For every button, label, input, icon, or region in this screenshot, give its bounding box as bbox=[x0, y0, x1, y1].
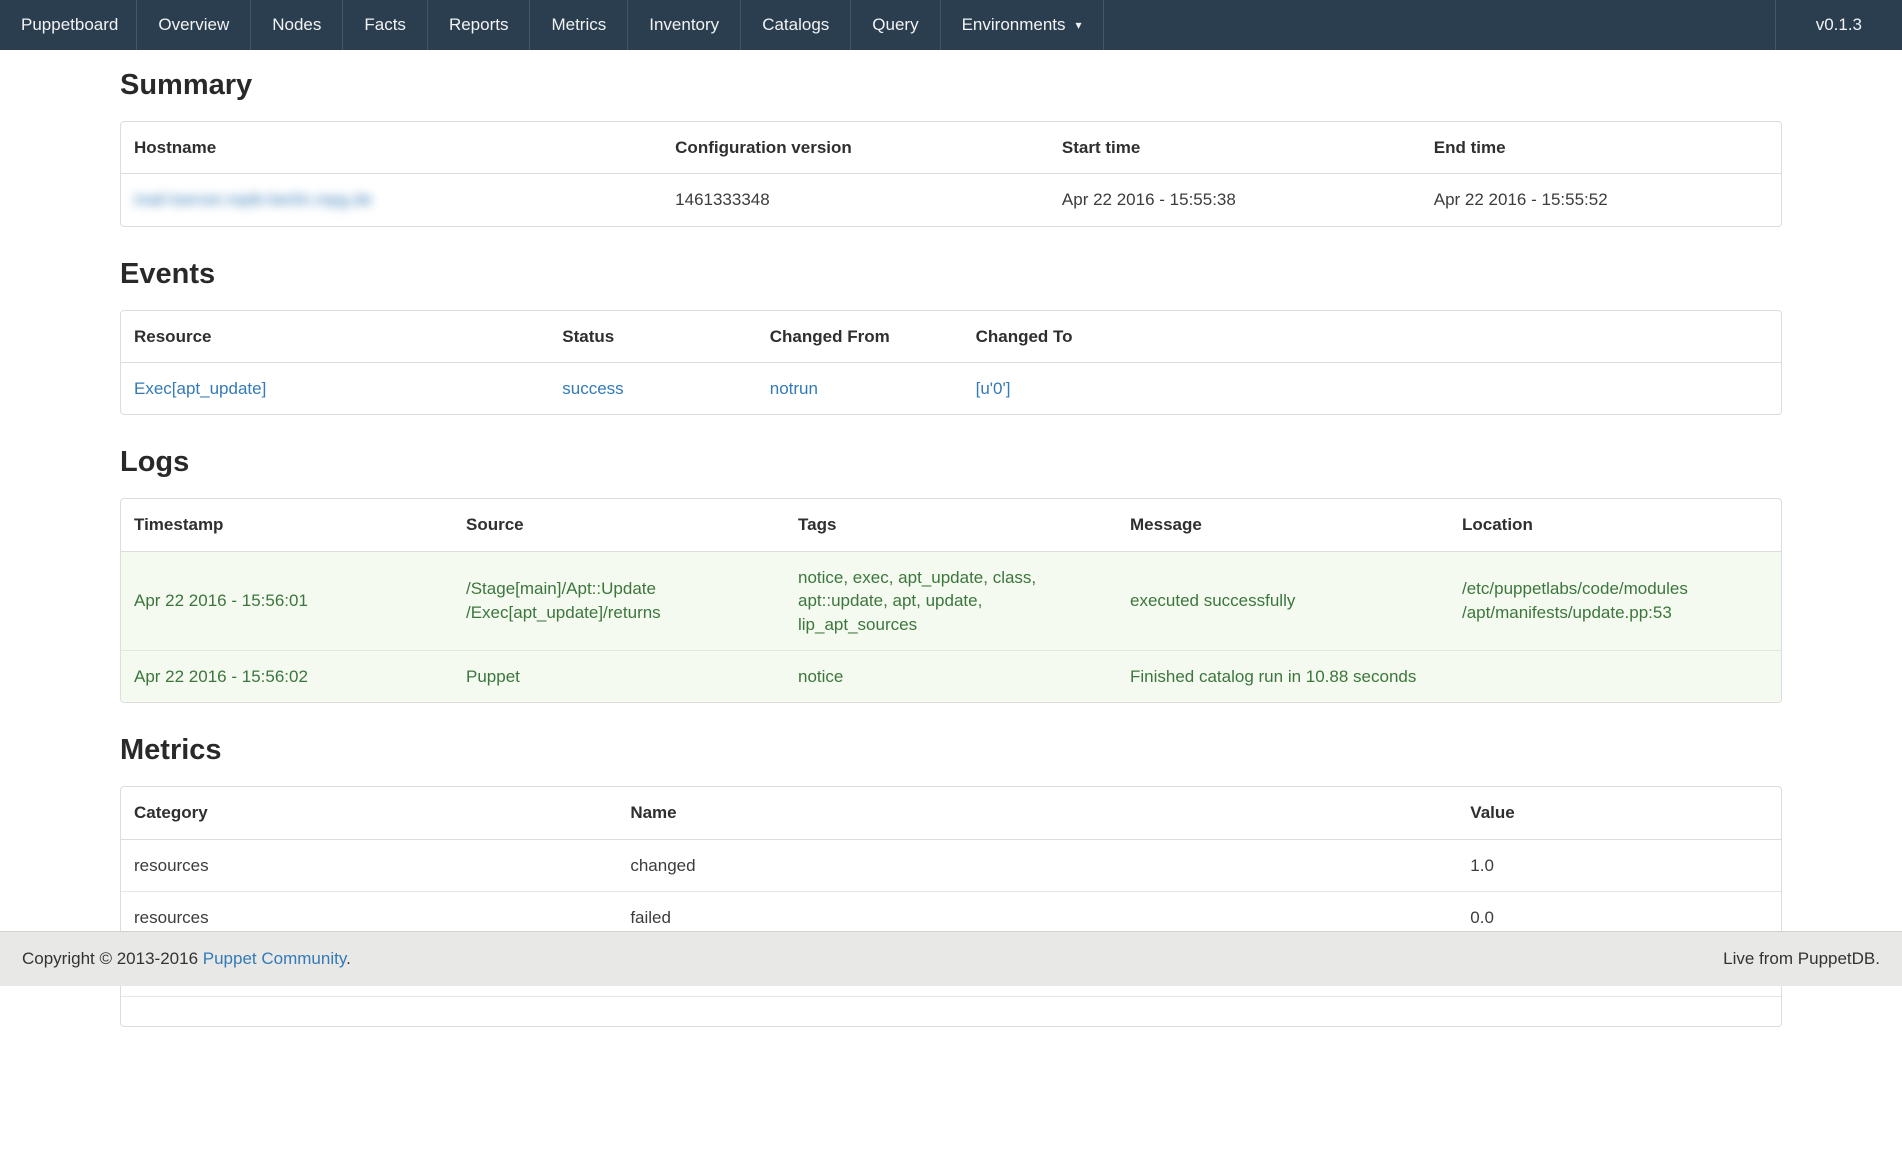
summary-table: Hostname Configuration version Start tim… bbox=[120, 121, 1782, 227]
hostname-link[interactable]: mail-tserver.mpib-berlin.mpg.de bbox=[134, 190, 372, 209]
logs-table: Timestamp Source Tags Message Location A… bbox=[120, 498, 1782, 703]
nav-item-overview[interactable]: Overview bbox=[137, 0, 251, 50]
summary-col-start-time: Start time bbox=[1049, 122, 1421, 174]
puppet-community-link[interactable]: Puppet Community bbox=[203, 949, 346, 968]
metrics-col-value: Value bbox=[1457, 787, 1781, 839]
log-location: /etc/puppetlabs/code/modules /apt/manife… bbox=[1449, 552, 1781, 650]
navbar: Puppetboard Overview Nodes Facts Reports… bbox=[0, 0, 1902, 50]
events-col-changed-from: Changed From bbox=[757, 311, 963, 363]
metric-value: 1.0 bbox=[1457, 840, 1781, 891]
logs-col-timestamp: Timestamp bbox=[121, 499, 453, 551]
footer: Copyright © 2013-2016 Puppet Community. … bbox=[0, 931, 1902, 986]
navbar-brand[interactable]: Puppetboard bbox=[0, 0, 137, 50]
summary-col-end-time: End time bbox=[1421, 122, 1781, 174]
summary-col-configuration-version: Configuration version bbox=[662, 122, 1049, 174]
metric-category: resources bbox=[121, 840, 617, 891]
configuration-version-value: 1461333348 bbox=[662, 174, 1049, 225]
summary-col-hostname: Hostname bbox=[121, 122, 662, 174]
metric-name: changed bbox=[617, 840, 1457, 891]
log-timestamp: Apr 22 2016 - 15:56:01 bbox=[121, 552, 453, 650]
event-status-link[interactable]: success bbox=[562, 379, 623, 398]
caret-down-icon: ▾ bbox=[1076, 18, 1082, 32]
log-message: Finished catalog run in 10.88 seconds bbox=[1117, 650, 1449, 702]
summary-heading: Summary bbox=[120, 68, 1782, 103]
summary-row: mail-tserver.mpib-berlin.mpg.de 14613333… bbox=[121, 174, 1781, 225]
logs-col-location: Location bbox=[1449, 499, 1781, 551]
events-table: Resource Status Changed From Changed To … bbox=[120, 310, 1782, 416]
metrics-col-name: Name bbox=[617, 787, 1457, 839]
nav-item-query[interactable]: Query bbox=[851, 0, 940, 50]
nav-item-environments-dropdown[interactable]: Environments ▾ bbox=[941, 0, 1104, 50]
events-header-row: Resource Status Changed From Changed To bbox=[121, 311, 1781, 363]
event-changed-to-link[interactable]: [u'0'] bbox=[976, 379, 1011, 398]
log-tags: notice, exec, apt_update, class, apt::up… bbox=[785, 552, 1117, 650]
log-timestamp: Apr 22 2016 - 15:56:02 bbox=[121, 650, 453, 702]
events-col-resource: Resource bbox=[121, 311, 549, 363]
event-resource-link[interactable]: Exec[apt_update] bbox=[134, 379, 266, 398]
metrics-heading: Metrics bbox=[120, 733, 1782, 768]
events-heading: Events bbox=[120, 257, 1782, 292]
events-col-status: Status bbox=[549, 311, 757, 363]
log-source: Puppet bbox=[453, 650, 785, 702]
logs-header-row: Timestamp Source Tags Message Location bbox=[121, 499, 1781, 551]
log-row: Apr 22 2016 - 15:56:01 /Stage[main]/Apt:… bbox=[121, 552, 1781, 650]
log-row: Apr 22 2016 - 15:56:02 Puppet notice Fin… bbox=[121, 650, 1781, 702]
nav-item-nodes[interactable]: Nodes bbox=[251, 0, 343, 50]
event-row: Exec[apt_update] success notrun [u'0'] bbox=[121, 363, 1781, 414]
metrics-header-row: Category Name Value bbox=[121, 787, 1781, 839]
log-message: executed successfully bbox=[1117, 552, 1449, 650]
metrics-col-category: Category bbox=[121, 787, 617, 839]
metrics-table: Category Name Value resources changed 1.… bbox=[120, 786, 1782, 1027]
metric-row-partial bbox=[121, 996, 1781, 1026]
nav-item-inventory[interactable]: Inventory bbox=[628, 0, 741, 50]
environments-label: Environments bbox=[962, 15, 1066, 35]
logs-col-message: Message bbox=[1117, 499, 1449, 551]
log-source: /Stage[main]/Apt::Update /Exec[apt_updat… bbox=[453, 552, 785, 650]
nav-item-catalogs[interactable]: Catalogs bbox=[741, 0, 851, 50]
log-location bbox=[1449, 650, 1781, 702]
nav-item-metrics[interactable]: Metrics bbox=[530, 0, 628, 50]
summary-header-row: Hostname Configuration version Start tim… bbox=[121, 122, 1781, 174]
logs-col-tags: Tags bbox=[785, 499, 1117, 551]
nav-item-facts[interactable]: Facts bbox=[343, 0, 428, 50]
metric-row: resources changed 1.0 bbox=[121, 840, 1781, 891]
events-col-changed-to: Changed To bbox=[963, 311, 1781, 363]
event-changed-from-link[interactable]: notrun bbox=[770, 379, 818, 398]
version-badge: v0.1.3 bbox=[1775, 0, 1902, 50]
start-time-value: Apr 22 2016 - 15:55:38 bbox=[1049, 174, 1421, 225]
nav-item-reports[interactable]: Reports bbox=[428, 0, 531, 50]
logs-heading: Logs bbox=[120, 445, 1782, 480]
log-tags: notice bbox=[785, 650, 1117, 702]
report-page: Summary Hostname Configuration version S… bbox=[120, 68, 1782, 1157]
footer-live-status: Live from PuppetDB. bbox=[1723, 949, 1880, 969]
footer-copyright: Copyright © 2013-2016 Puppet Community. bbox=[22, 949, 351, 969]
logs-col-source: Source bbox=[453, 499, 785, 551]
end-time-value: Apr 22 2016 - 15:55:52 bbox=[1421, 174, 1781, 225]
